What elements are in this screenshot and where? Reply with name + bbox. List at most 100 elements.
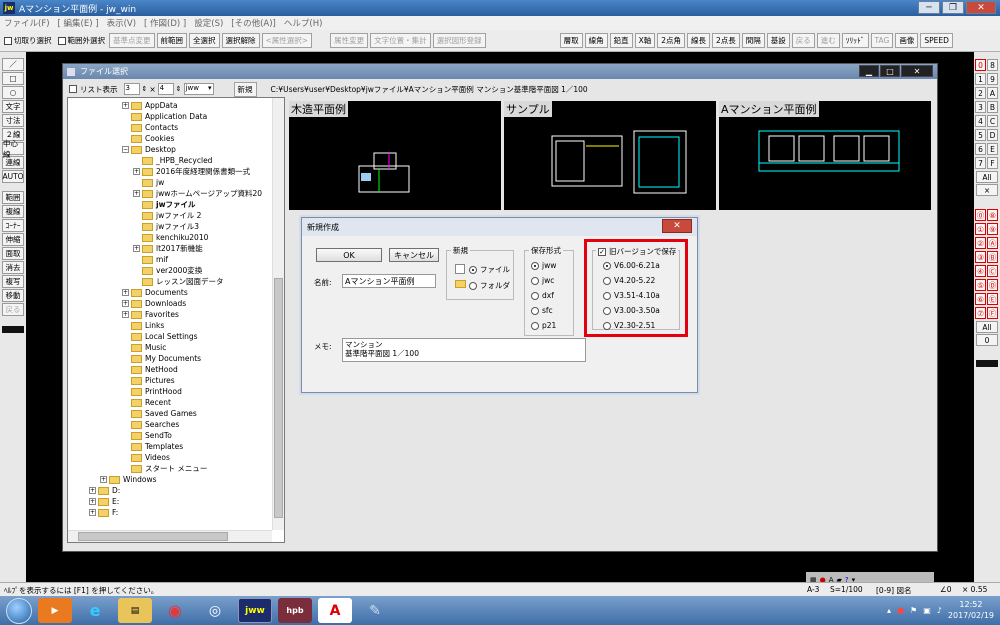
layer-1-button[interactable]: 1 bbox=[975, 73, 986, 85]
new-file-button[interactable]: 新規 bbox=[233, 81, 257, 97]
two-point-length-button[interactable]: 2点長 bbox=[712, 33, 740, 48]
group-all-button[interactable]: All bbox=[976, 321, 998, 333]
scroll-thumb[interactable] bbox=[274, 278, 283, 518]
tree-item-selected[interactable]: jwファイル bbox=[142, 199, 196, 210]
tree-item[interactable]: Local Settings bbox=[131, 331, 198, 342]
tree-item[interactable]: + jwwホームページアップ資料20 bbox=[133, 188, 262, 199]
fs-close-button[interactable]: ✕ bbox=[901, 65, 933, 77]
name-input[interactable]: Aマンション平面例 bbox=[342, 274, 436, 288]
thumbnail-sample[interactable]: サンプル bbox=[504, 101, 716, 210]
layer-f-button[interactable]: F bbox=[987, 157, 998, 169]
layer-4-button[interactable]: 4 bbox=[975, 115, 986, 127]
hpb-icon[interactable]: hpb bbox=[278, 598, 312, 623]
group-e-button[interactable]: Ⓔ bbox=[987, 293, 998, 305]
list-view-checkbox[interactable] bbox=[69, 85, 77, 93]
group-9-button[interactable]: ⑨ bbox=[987, 223, 998, 235]
tree-item[interactable]: Recent bbox=[131, 397, 171, 408]
outside-select-check[interactable]: 範囲外選択 bbox=[56, 35, 108, 46]
tree-item[interactable]: Application Data bbox=[131, 111, 207, 122]
tree-vertical-scrollbar[interactable] bbox=[272, 98, 284, 530]
tree-item[interactable]: PrintHood bbox=[131, 386, 182, 397]
layer-0-button[interactable]: 0 bbox=[975, 59, 986, 71]
two-point-angle-button[interactable]: 2点角 bbox=[657, 33, 685, 48]
hscroll-thumb[interactable] bbox=[78, 532, 228, 541]
tree-item[interactable]: Saved Games bbox=[131, 408, 197, 419]
forward-button[interactable]: 進む bbox=[816, 33, 840, 48]
tree-item[interactable]: Searches bbox=[131, 419, 179, 430]
text-pos-button[interactable]: 文字位置・集計 bbox=[370, 33, 431, 48]
tree-item[interactable]: Links bbox=[131, 320, 164, 331]
group-8-button[interactable]: ⑧ bbox=[987, 209, 998, 221]
memo-input[interactable]: マンション 基準階平面図 1／100 bbox=[342, 338, 586, 362]
menu-other[interactable]: [その他(A)] bbox=[231, 17, 276, 29]
thumbnail-wood-plan[interactable]: 木造平面例 bbox=[289, 101, 501, 210]
interval-button[interactable]: 間隔 bbox=[741, 33, 765, 48]
ext-select[interactable]: jww ▾ bbox=[183, 83, 214, 95]
menu-draw[interactable]: [ 作図(D) ] bbox=[144, 17, 186, 29]
layer-take-button[interactable]: 層取 bbox=[559, 33, 583, 48]
center-line-tool[interactable]: 中心線 bbox=[2, 139, 24, 159]
tree-item[interactable]: + D: bbox=[89, 485, 120, 496]
extend-tool[interactable]: 伸縮 bbox=[2, 233, 24, 246]
layer-b-button[interactable]: B bbox=[987, 101, 998, 113]
tree-item[interactable]: Pictures bbox=[131, 375, 175, 386]
layer-2-button[interactable]: 2 bbox=[975, 87, 986, 99]
fs-minimize-button[interactable]: ▁ bbox=[859, 65, 879, 77]
tag-button[interactable]: TAG bbox=[870, 33, 894, 48]
jw-cad-icon[interactable]: jww bbox=[238, 598, 272, 623]
columns-spin[interactable]: 3 bbox=[123, 83, 140, 95]
register-shape-button[interactable]: 選択図形登録 bbox=[432, 33, 486, 48]
cut-select-check[interactable]: 切取り選択 bbox=[2, 35, 54, 46]
tree-item[interactable]: − Desktop bbox=[122, 144, 176, 155]
group-5-button[interactable]: ⑤ bbox=[975, 279, 986, 291]
tree-item[interactable]: Contacts bbox=[131, 122, 178, 133]
connect-line-tool[interactable]: 連線 bbox=[2, 156, 24, 169]
group-d-button[interactable]: Ⓓ bbox=[987, 279, 998, 291]
menu-file[interactable]: ファイル(F) bbox=[4, 17, 50, 29]
group-0-button[interactable]: ⓪ bbox=[975, 209, 986, 221]
spin-up-down-icon-2[interactable]: ⇕ bbox=[176, 85, 182, 93]
tree-item[interactable]: _HPB_Recycled bbox=[142, 155, 212, 166]
thumbnail-a-mansion[interactable]: Aマンション平面例 bbox=[719, 101, 931, 210]
tree-item[interactable]: Cookies bbox=[131, 133, 174, 144]
start-button[interactable] bbox=[6, 597, 32, 624]
tree-item[interactable]: レッスン図面データ bbox=[142, 276, 224, 287]
tree-horizontal-scrollbar[interactable] bbox=[68, 530, 272, 542]
format-jww[interactable]: jww bbox=[531, 261, 556, 270]
tree-item[interactable]: + Windows bbox=[100, 474, 156, 485]
group-2-button[interactable]: ② bbox=[975, 237, 986, 249]
layer-e-button[interactable]: E bbox=[987, 143, 998, 155]
tree-item[interactable]: + Documents bbox=[122, 287, 188, 298]
layer-7-button[interactable]: 7 bbox=[975, 157, 986, 169]
offset-tool[interactable]: 複線 bbox=[2, 205, 24, 218]
ie-icon[interactable]: e bbox=[78, 598, 112, 623]
attr-select-button[interactable]: <属性選択> bbox=[261, 33, 313, 48]
tree-item[interactable]: Templates bbox=[131, 441, 183, 452]
menu-view[interactable]: 表示(V) bbox=[107, 17, 136, 29]
file-option[interactable]: ファイル bbox=[469, 264, 510, 275]
tree-item[interactable]: + E: bbox=[89, 496, 119, 507]
restore-button[interactable]: ❐ bbox=[942, 1, 964, 14]
tree-item[interactable]: jwファイル 2 bbox=[142, 210, 201, 221]
tree-item[interactable]: + F: bbox=[89, 507, 118, 518]
line-angle-button[interactable]: 線角 bbox=[584, 33, 608, 48]
corner-tool[interactable]: ｺｰﾅｰ bbox=[2, 219, 24, 232]
tree-item[interactable]: Music bbox=[131, 342, 166, 353]
fs-maximize-button[interactable]: □ bbox=[880, 65, 900, 77]
media-player-icon[interactable]: ▶ bbox=[38, 598, 72, 623]
erase-tool[interactable]: 消去 bbox=[2, 261, 24, 274]
angle-display[interactable]: ∠0 bbox=[940, 585, 952, 594]
tree-item[interactable]: jwファイル3 bbox=[142, 221, 199, 232]
rect-tool[interactable]: □ bbox=[2, 72, 24, 85]
chrome-icon[interactable]: ◉ bbox=[158, 598, 192, 623]
zoom-display[interactable]: × 0.55 bbox=[962, 585, 987, 594]
tree-item[interactable]: Videos bbox=[131, 452, 170, 463]
layer-d-button[interactable]: D bbox=[987, 129, 998, 141]
group-1-button[interactable]: ① bbox=[975, 223, 986, 235]
group-4-button[interactable]: ④ bbox=[975, 265, 986, 277]
menu-edit[interactable]: [ 編集(E) ] bbox=[58, 17, 99, 29]
scale-display[interactable]: S=1/100 bbox=[830, 585, 863, 594]
deselect-button[interactable]: 選択解除 bbox=[221, 33, 260, 48]
spin-up-down-icon[interactable]: ⇕ bbox=[142, 85, 148, 93]
tree-item[interactable]: +2016年度経理関係書類一式 bbox=[133, 166, 250, 177]
